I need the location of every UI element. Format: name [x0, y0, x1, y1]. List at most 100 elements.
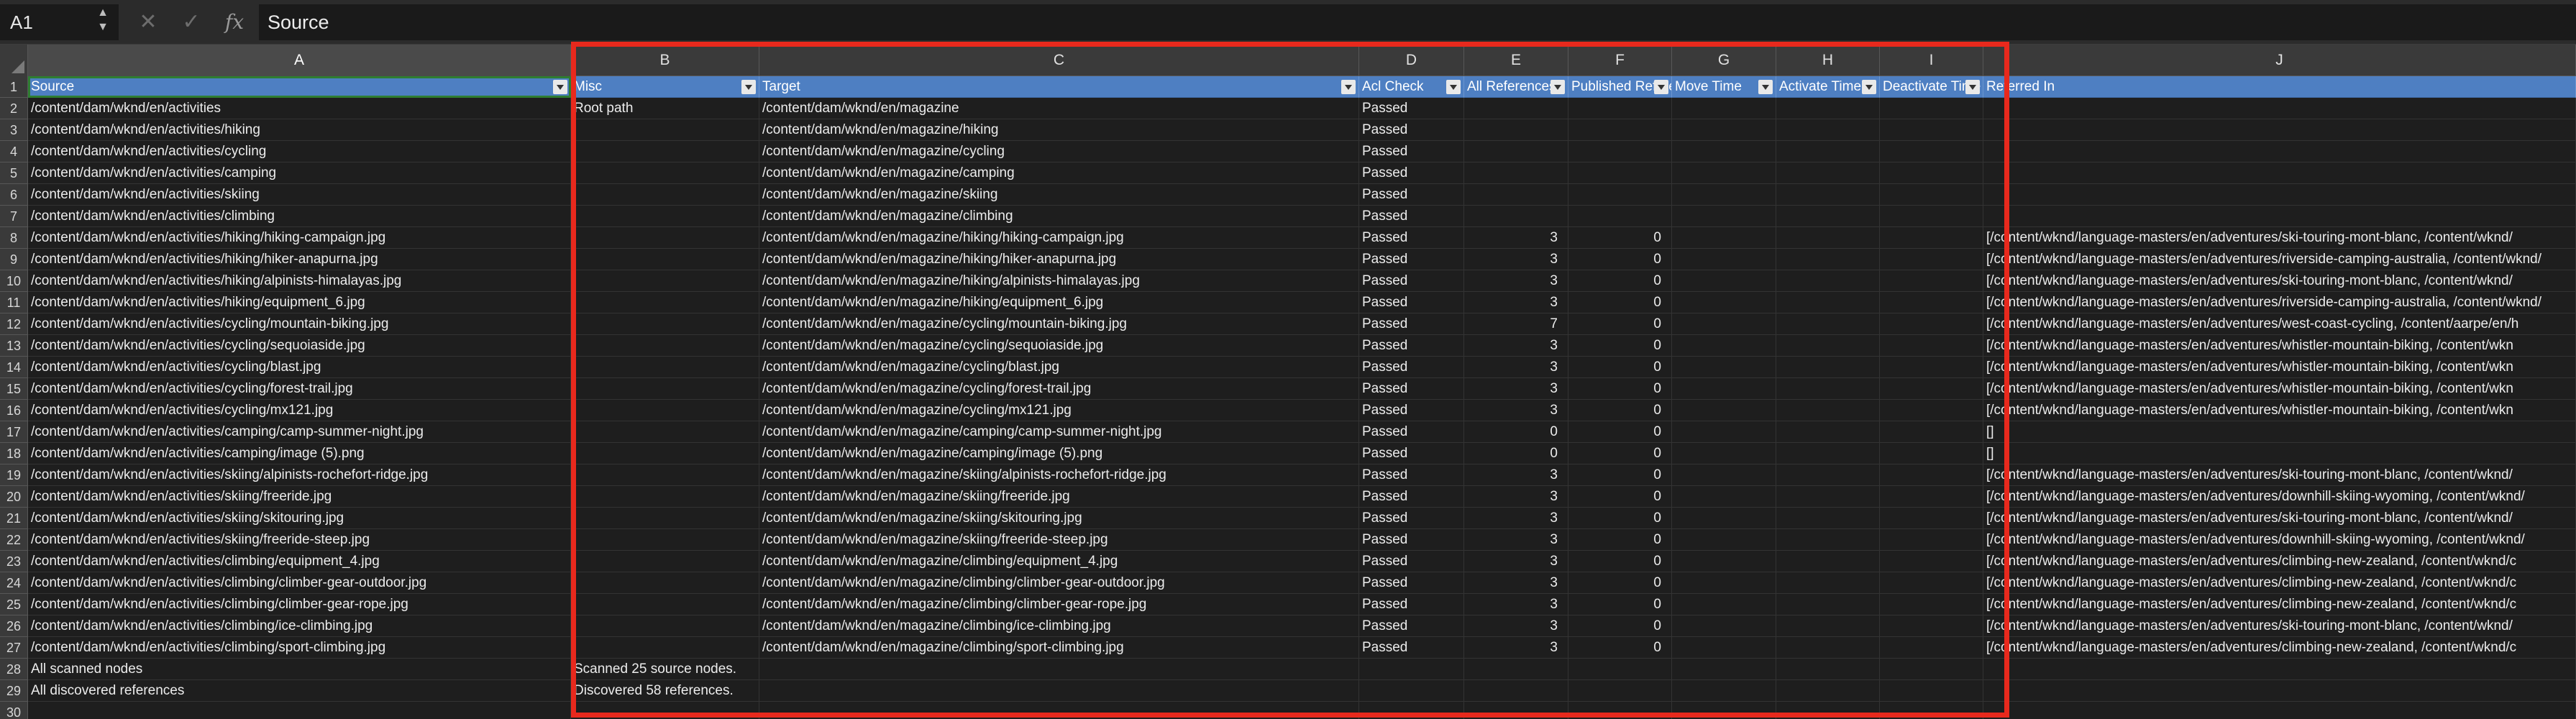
row-header[interactable]: 18	[0, 443, 28, 464]
cell-all-refs[interactable]	[1464, 119, 1568, 141]
cell-pub-refs[interactable]	[1568, 141, 1672, 162]
filter-dropdown-icon[interactable]	[1341, 80, 1356, 94]
column-header-g[interactable]: G	[1672, 45, 1776, 76]
header-cell-deactivate[interactable]: Deactivate Time	[1880, 76, 1983, 98]
cell-source[interactable]: /content/dam/wknd/en/activities/climbing…	[28, 594, 571, 615]
cell-source[interactable]: /content/dam/wknd/en/activities/camping/…	[28, 443, 571, 464]
cell-move[interactable]	[1672, 443, 1776, 464]
cell-referred[interactable]: [/content/wknd/language-masters/en/adven…	[1983, 615, 2576, 637]
cell-acl[interactable]: Passed	[1359, 206, 1464, 227]
cell-misc[interactable]: Discovered 58 references.	[571, 680, 759, 702]
cell-referred[interactable]	[1983, 119, 2576, 141]
cell-source[interactable]	[28, 702, 571, 719]
cell-referred[interactable]: [/content/wknd/language-masters/en/adven…	[1983, 508, 2576, 529]
row-header[interactable]: 25	[0, 594, 28, 615]
cell-pub-refs[interactable]: 0	[1568, 486, 1672, 508]
row-header[interactable]: 22	[0, 529, 28, 551]
cell-misc[interactable]: Scanned 25 source nodes.	[571, 659, 759, 680]
cell-source[interactable]: /content/dam/wknd/en/activities/hiking/h…	[28, 249, 571, 270]
cell-misc[interactable]	[571, 206, 759, 227]
cell-target[interactable]: /content/dam/wknd/en/magazine/hiking	[759, 119, 1359, 141]
cell-activate[interactable]	[1776, 680, 1880, 702]
cell-referred[interactable]	[1983, 659, 2576, 680]
cell-pub-refs[interactable]: 0	[1568, 594, 1672, 615]
cell-all-refs[interactable]	[1464, 702, 1568, 719]
cell-source[interactable]: /content/dam/wknd/en/activities/cycling/…	[28, 313, 571, 335]
cell-deactivate[interactable]	[1880, 357, 1983, 378]
cell-acl[interactable]: Passed	[1359, 400, 1464, 421]
cell-move[interactable]	[1672, 249, 1776, 270]
cell-source[interactable]: /content/dam/wknd/en/activities/cycling/…	[28, 335, 571, 357]
column-header-c[interactable]: C	[759, 45, 1359, 76]
cell-target[interactable]: /content/dam/wknd/en/magazine/climbing	[759, 206, 1359, 227]
column-header-f[interactable]: F	[1568, 45, 1672, 76]
cell-activate[interactable]	[1776, 615, 1880, 637]
cell-referred[interactable]	[1983, 702, 2576, 719]
cell-misc[interactable]	[571, 313, 759, 335]
cell-misc[interactable]	[571, 421, 759, 443]
name-box-stepper-icon[interactable]: ▲ ▼	[92, 6, 114, 39]
column-header-h[interactable]: H	[1776, 45, 1880, 76]
cell-pub-refs[interactable]: 0	[1568, 400, 1672, 421]
cell-source[interactable]: /content/dam/wknd/en/activities/skiing/f…	[28, 529, 571, 551]
cell-pub-refs[interactable]	[1568, 659, 1672, 680]
cell-misc[interactable]	[571, 594, 759, 615]
cell-deactivate[interactable]	[1880, 206, 1983, 227]
cell-deactivate[interactable]	[1880, 227, 1983, 249]
cell-acl[interactable]: Passed	[1359, 464, 1464, 486]
cell-referred[interactable]: [/content/wknd/language-masters/en/adven…	[1983, 594, 2576, 615]
cell-acl[interactable]: Passed	[1359, 98, 1464, 119]
row-header[interactable]: 29	[0, 680, 28, 702]
cell-referred[interactable]: [/content/wknd/language-masters/en/adven…	[1983, 335, 2576, 357]
cell-all-refs[interactable]: 3	[1464, 292, 1568, 313]
cell-source[interactable]: /content/dam/wknd/en/activities/climbing	[28, 206, 571, 227]
row-header[interactable]: 10	[0, 270, 28, 292]
cell-source[interactable]: All discovered references	[28, 680, 571, 702]
cell-activate[interactable]	[1776, 119, 1880, 141]
cell-pub-refs[interactable]	[1568, 98, 1672, 119]
cell-move[interactable]	[1672, 421, 1776, 443]
cell-activate[interactable]	[1776, 594, 1880, 615]
cell-source[interactable]: /content/dam/wknd/en/activities/hiking/h…	[28, 227, 571, 249]
cell-misc[interactable]	[571, 508, 759, 529]
row-header[interactable]: 9	[0, 249, 28, 270]
cancel-icon[interactable]: ✕	[134, 6, 163, 39]
filter-dropdown-icon[interactable]	[1446, 80, 1461, 94]
cell-target[interactable]: /content/dam/wknd/en/magazine/skiing/alp…	[759, 464, 1359, 486]
cell-all-refs[interactable]: 3	[1464, 572, 1568, 594]
cell-referred[interactable]: [/content/wknd/language-masters/en/adven…	[1983, 637, 2576, 659]
cell-move[interactable]	[1672, 400, 1776, 421]
row-header[interactable]: 14	[0, 357, 28, 378]
cell-target[interactable]: /content/dam/wknd/en/magazine/cycling/fo…	[759, 378, 1359, 400]
cell-all-refs[interactable]	[1464, 206, 1568, 227]
row-header[interactable]: 7	[0, 206, 28, 227]
cell-deactivate[interactable]	[1880, 637, 1983, 659]
cell-referred[interactable]: [/content/wknd/language-masters/en/adven…	[1983, 464, 2576, 486]
cell-activate[interactable]	[1776, 637, 1880, 659]
cell-deactivate[interactable]	[1880, 98, 1983, 119]
cell-misc[interactable]	[571, 184, 759, 206]
cell-all-refs[interactable]	[1464, 659, 1568, 680]
row-header[interactable]: 19	[0, 464, 28, 486]
insert-function-icon[interactable]: fx	[220, 6, 249, 39]
cell-move[interactable]	[1672, 486, 1776, 508]
cell-acl[interactable]	[1359, 659, 1464, 680]
cell-activate[interactable]	[1776, 443, 1880, 464]
cell-pub-refs[interactable]: 0	[1568, 270, 1672, 292]
cell-all-refs[interactable]: 3	[1464, 551, 1568, 572]
row-header[interactable]: 15	[0, 378, 28, 400]
cell-pub-refs[interactable]: 0	[1568, 313, 1672, 335]
cell-source[interactable]: /content/dam/wknd/en/activities/cycling	[28, 141, 571, 162]
cell-move[interactable]	[1672, 572, 1776, 594]
cell-activate[interactable]	[1776, 313, 1880, 335]
cell-pub-refs[interactable]: 0	[1568, 637, 1672, 659]
cell-target[interactable]: /content/dam/wknd/en/magazine/climbing/s…	[759, 637, 1359, 659]
cell-all-refs[interactable]: 3	[1464, 529, 1568, 551]
cell-source[interactable]: /content/dam/wknd/en/activities/hiking	[28, 119, 571, 141]
cell-all-refs[interactable]	[1464, 680, 1568, 702]
column-header-b[interactable]: B	[571, 45, 759, 76]
filter-dropdown-icon[interactable]	[1654, 80, 1668, 94]
cell-target[interactable]: /content/dam/wknd/en/magazine/cycling	[759, 141, 1359, 162]
cell-all-refs[interactable]: 3	[1464, 464, 1568, 486]
cell-target[interactable]: /content/dam/wknd/en/magazine/camping	[759, 162, 1359, 184]
